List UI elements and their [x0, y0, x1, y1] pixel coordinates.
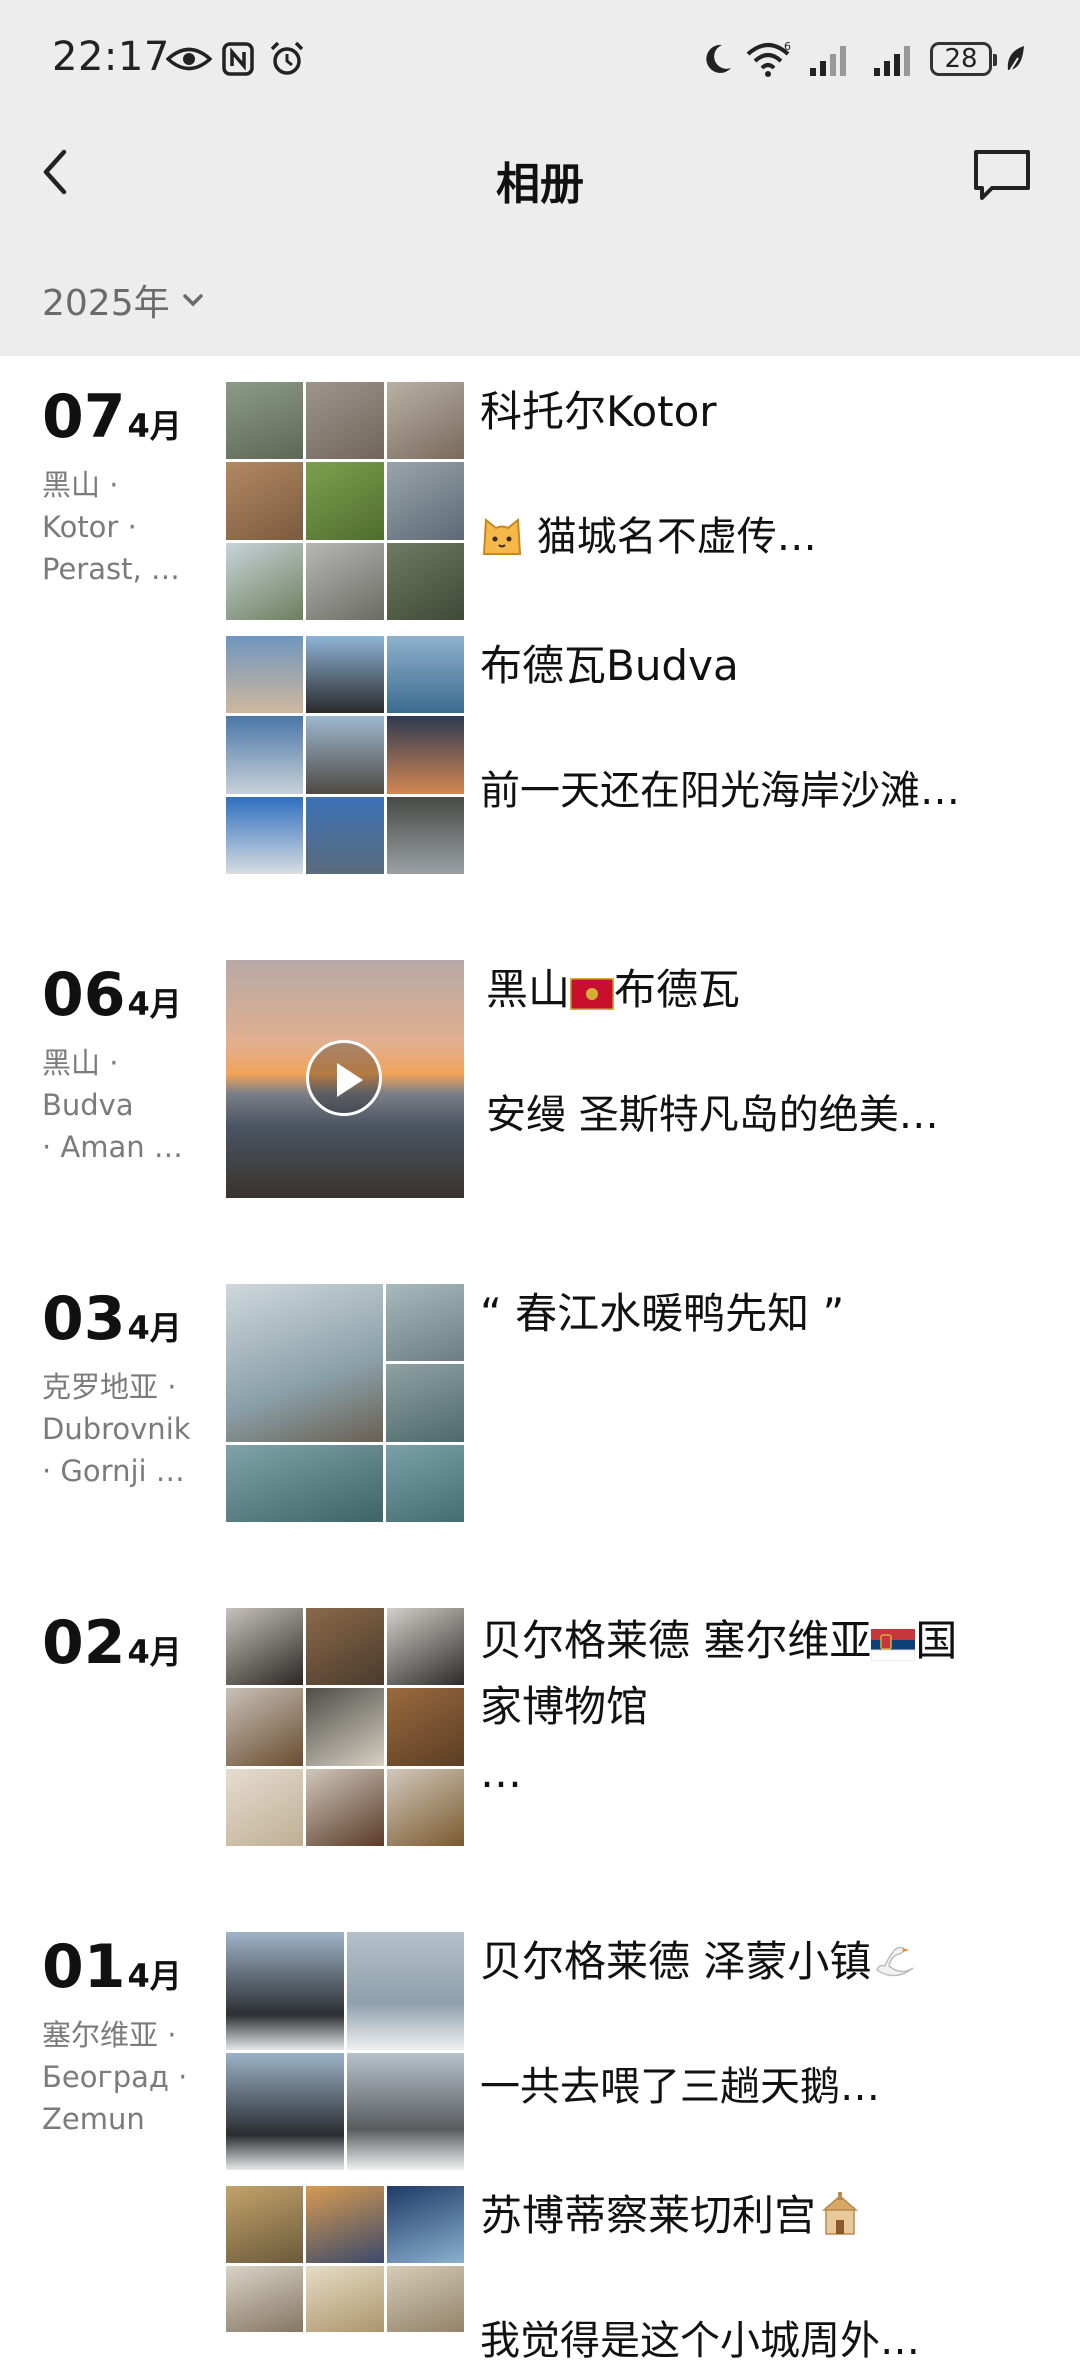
date-month: 4月 — [127, 1309, 182, 1347]
entry-location: 黑山 · Budva · Aman … — [42, 1046, 183, 1164]
post-thumbnail[interactable] — [226, 1932, 464, 2170]
serbia-flag-icon — [871, 1629, 916, 1661]
post-title: 黑山 布德瓦 — [486, 965, 741, 1014]
message-icon[interactable] — [970, 146, 1034, 206]
nfc-icon — [222, 42, 254, 76]
montenegro-flag-icon — [570, 978, 615, 1010]
entry-date: 02 4月 — [42, 1608, 182, 1678]
year-label: 2025年 — [42, 283, 170, 324]
chevron-down-icon — [182, 294, 203, 307]
leaf-icon — [1007, 46, 1024, 75]
post-thumbnail[interactable] — [226, 1284, 464, 1522]
date-month: 4月 — [127, 407, 182, 445]
post-title: 贝尔格莱德 塞尔维亚 国 家博物馆 … — [480, 1616, 958, 1797]
post-thumbnail[interactable] — [226, 636, 464, 874]
date-day: 01 — [42, 1932, 126, 2002]
wifi-icon: 6 — [746, 40, 791, 77]
post-caption: 前一天还在阳光海岸沙滩… — [480, 768, 960, 814]
signal-icon-2 — [874, 46, 910, 76]
post-title: 布德瓦Budva — [480, 641, 739, 690]
eye-icon — [166, 47, 212, 71]
entry-date: 03 4月 — [42, 1284, 182, 1354]
play-icon[interactable] — [306, 1040, 382, 1116]
post-title: 科托尔Kotor — [480, 387, 717, 436]
post-caption: 我觉得是这个小城周外… — [480, 2318, 920, 2364]
entry-location: 黑山 · Kotor · Perast, … — [42, 468, 180, 586]
post-thumbnail[interactable] — [226, 382, 464, 620]
date-day: 07 — [42, 382, 126, 452]
post-caption: 一共去喂了三趟天鹅… — [480, 2064, 880, 2110]
cat-face-icon — [482, 518, 522, 555]
date-month: 4月 — [127, 985, 182, 1023]
year-selector[interactable]: 2025年 — [42, 272, 206, 328]
date-month: 4月 — [127, 1633, 182, 1671]
date-day: 03 — [42, 1284, 126, 1354]
do-not-disturb-moon-icon — [706, 44, 731, 73]
date-month: 4月 — [127, 1957, 182, 1995]
signal-icon — [810, 46, 846, 76]
entry-date: 06 4月 — [42, 960, 182, 1030]
post-caption: 安缦 圣斯特凡岛的绝美… — [486, 1092, 939, 1138]
church-icon — [822, 2192, 859, 2235]
entry-date: 07 4月 — [42, 382, 182, 452]
entry-date: 01 4月 — [42, 1932, 182, 2002]
post-thumbnail[interactable] — [226, 1608, 464, 1846]
svg-text:6: 6 — [784, 40, 791, 53]
post-thumbnail[interactable] — [226, 2186, 464, 2332]
video-thumbnail[interactable] — [226, 960, 464, 1198]
alarm-icon — [270, 41, 304, 75]
top-bar: 22:17 6 28 相册 2025年 — [0, 0, 1080, 356]
date-day: 02 — [42, 1608, 126, 1678]
post-title: 苏博蒂察莱切利宫 — [480, 2186, 1052, 2246]
post-title: “ 春江水暖鸭先知 ” — [480, 1289, 845, 1338]
swan-icon — [876, 1946, 914, 1977]
status-time: 22:17 — [52, 34, 170, 80]
status-bar: 22:17 6 28 — [0, 0, 1080, 120]
date-day: 06 — [42, 960, 126, 1030]
battery-indicator: 28 — [930, 42, 997, 76]
nav-bar: 相册 — [0, 120, 1080, 232]
entry-location: 克罗地亚 · Dubrovnik · Gornji … — [42, 1370, 191, 1488]
entry-location: 塞尔维亚 · Београд · Zemun — [42, 2018, 188, 2136]
post-title: 贝尔格莱德 泽蒙小镇 — [480, 1932, 1052, 1992]
post-caption: 猫城名不虚传… — [480, 504, 1052, 562]
page-title: 相册 — [496, 159, 584, 210]
